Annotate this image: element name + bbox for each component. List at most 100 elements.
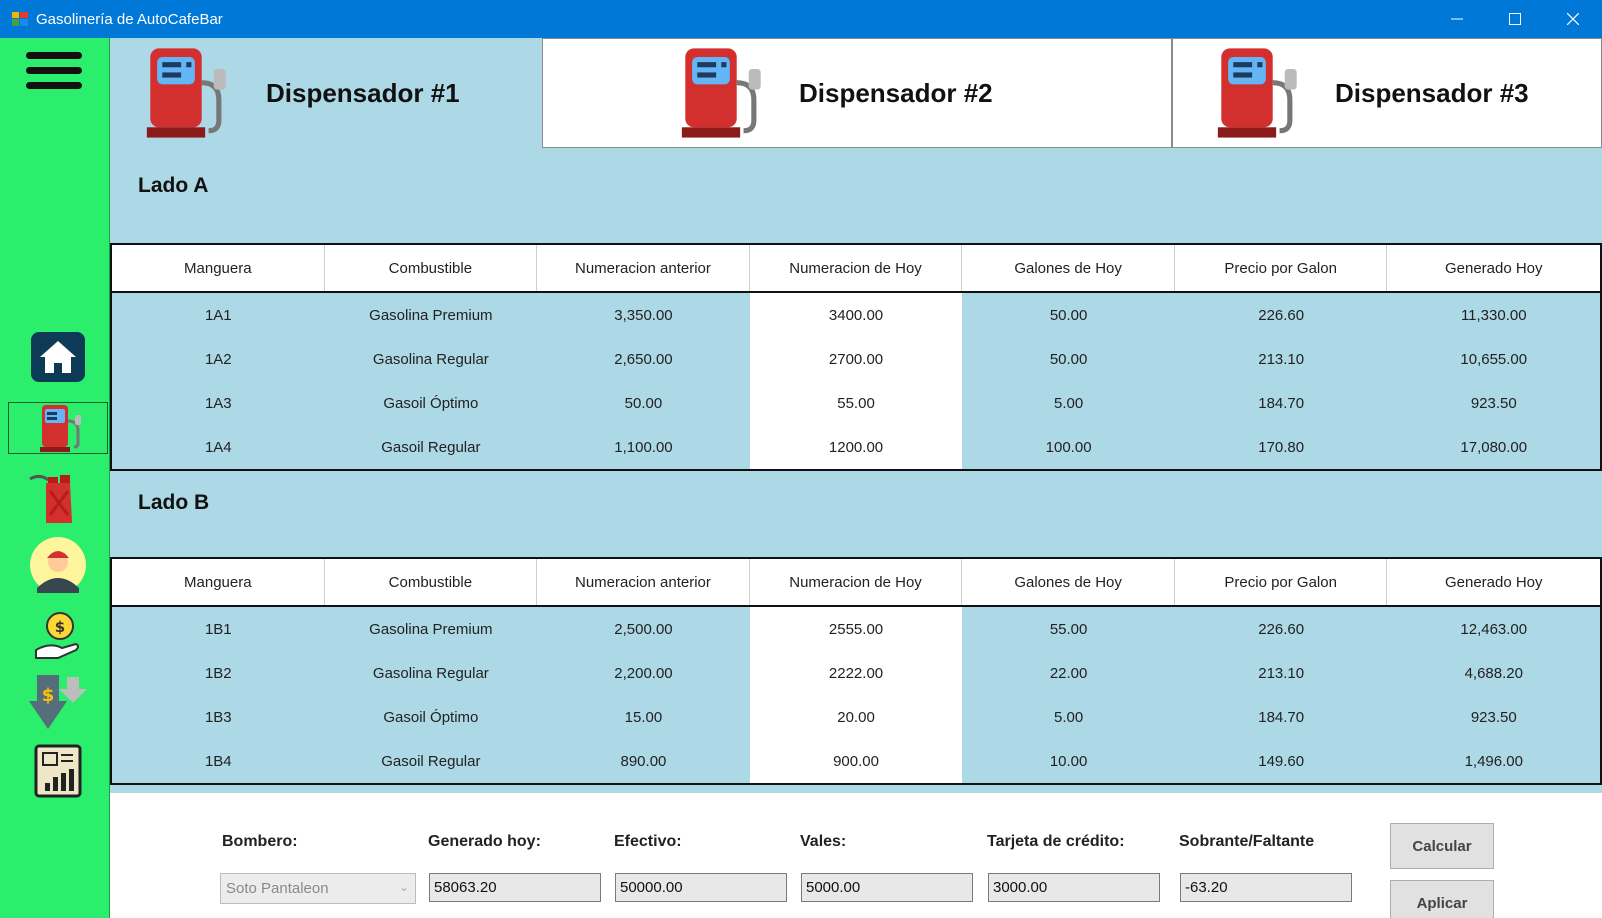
column-header[interactable]: Combustible <box>325 559 538 605</box>
column-header[interactable]: Numeracion de Hoy <box>750 245 963 291</box>
cell-generado: 923.50 <box>1470 394 1517 412</box>
cell-combustible: Gasoil Regular <box>381 752 481 770</box>
column-header[interactable]: Galones de Hoy <box>962 559 1175 605</box>
title-bar: Gasolinería de AutoCafeBar <box>0 0 1602 38</box>
cell-numeracion-anterior: 50.00 <box>624 394 663 412</box>
table-row[interactable]: 1A1 Gasolina Premium 3,350.00 3400.00 50… <box>112 293 1600 337</box>
hamburger-menu-icon[interactable] <box>26 52 82 92</box>
cell-numeracion-hoy[interactable]: 2222.00 <box>749 651 963 695</box>
sidebar-item-dispensers[interactable] <box>8 402 108 454</box>
cell-precio: 226.60 <box>1258 620 1305 638</box>
table-row[interactable]: 1B2 Gasolina Regular 2,200.00 2222.00 22… <box>112 651 1600 695</box>
table-row[interactable]: 1A3 Gasoil Óptimo 50.00 55.00 5.00 184.7… <box>112 381 1600 425</box>
attendant-avatar-icon <box>30 537 86 593</box>
fuel-pump-icon <box>681 48 761 138</box>
cell-numeracion-anterior: 890.00 <box>620 752 667 770</box>
sidebar-item-home[interactable] <box>8 330 108 384</box>
table-row[interactable]: 1B4 Gasoil Regular 890.00 900.00 10.00 1… <box>112 739 1600 783</box>
column-header[interactable]: Numeracion anterior <box>537 245 750 291</box>
main-panel: Dispensador #1 Dispensador #2 Dispensado… <box>110 38 1602 918</box>
sidebar-item-attendants[interactable] <box>8 537 108 593</box>
column-header[interactable]: Manguera <box>112 245 325 291</box>
section-title-lado-b: Lado B <box>138 491 210 514</box>
cell-precio: 184.70 <box>1258 708 1305 726</box>
table-row[interactable]: 1B3 Gasoil Óptimo 15.00 20.00 5.00 184.7… <box>112 695 1600 739</box>
cell-numeracion-hoy[interactable]: 1200.00 <box>749 425 963 469</box>
sidebar-item-reports[interactable] <box>8 741 108 801</box>
efectivo-label: Efectivo: <box>614 833 682 850</box>
cell-galones: 5.00 <box>1054 708 1084 726</box>
column-header[interactable]: Combustible <box>325 245 538 291</box>
table-row[interactable]: 1A2 Gasolina Regular 2,650.00 2700.00 50… <box>112 337 1600 381</box>
expense-down-icon: $ <box>29 675 87 729</box>
sidebar-item-income[interactable]: $ <box>8 608 108 662</box>
cell-generado: 11,330.00 <box>1460 306 1527 324</box>
column-header[interactable]: Manguera <box>112 559 325 605</box>
cell-numeracion-hoy[interactable]: 3400.00 <box>749 293 963 337</box>
grid-lado-b[interactable]: Manguera Combustible Numeracion anterior… <box>110 557 1602 785</box>
column-header[interactable]: Generado Hoy <box>1387 559 1600 605</box>
cell-combustible: Gasolina Regular <box>372 664 489 682</box>
cell-manguera: 1A1 <box>204 306 232 324</box>
cell-numeracion-anterior: 2,200.00 <box>614 664 673 682</box>
minimize-button[interactable] <box>1428 0 1486 38</box>
close-button[interactable] <box>1544 0 1602 38</box>
cell-precio: 149.60 <box>1258 752 1305 770</box>
bombero-select[interactable]: Soto Pantaleon ⌄ <box>220 873 416 904</box>
maximize-button[interactable] <box>1486 0 1544 38</box>
money-hand-icon: $ <box>35 612 79 659</box>
cell-numeracion-hoy[interactable]: 2700.00 <box>749 337 963 381</box>
svg-text:$: $ <box>55 618 65 636</box>
efectivo-field[interactable] <box>615 873 787 902</box>
dispenser-tabs: Dispensador #1 Dispensador #2 Dispensado… <box>110 38 1602 148</box>
cell-numeracion-anterior: 1,100.00 <box>614 438 673 456</box>
chevron-down-icon: ⌄ <box>398 880 409 894</box>
column-header[interactable]: Numeracion de Hoy <box>750 559 963 605</box>
cell-generado: 4,688.20 <box>1464 664 1523 682</box>
grid-lado-a[interactable]: Manguera Combustible Numeracion anterior… <box>110 243 1602 471</box>
cell-galones: 55.00 <box>1049 620 1088 638</box>
tarjeta-field[interactable] <box>988 873 1160 902</box>
column-header[interactable]: Precio por Galon <box>1175 245 1388 291</box>
tab-dispenser-3[interactable]: Dispensador #3 <box>1172 38 1602 148</box>
column-header[interactable]: Precio por Galon <box>1175 559 1388 605</box>
generado-field[interactable] <box>429 873 601 902</box>
cell-precio: 170.80 <box>1258 438 1305 456</box>
cell-numeracion-hoy[interactable]: 55.00 <box>749 381 963 425</box>
cell-generado: 17,080.00 <box>1460 438 1528 456</box>
cell-generado: 12,463.00 <box>1460 620 1528 638</box>
tab-label: Dispensador #2 <box>799 77 993 108</box>
aplicar-button[interactable]: Aplicar <box>1390 880 1494 918</box>
cell-numeracion-anterior: 2,500.00 <box>614 620 673 638</box>
cell-numeracion-hoy[interactable]: 2555.00 <box>749 607 963 651</box>
table-row[interactable]: 1B1 Gasolina Premium 2,500.00 2555.00 55… <box>112 607 1600 651</box>
column-header[interactable]: Generado Hoy <box>1387 245 1600 291</box>
calcular-button[interactable]: Calcular <box>1390 823 1494 869</box>
sidebar-item-fuel[interactable] <box>8 471 108 525</box>
cell-galones: 100.00 <box>1045 438 1092 456</box>
column-header[interactable]: Numeracion anterior <box>537 559 750 605</box>
summary-panel: Bombero: Soto Pantaleon ⌄ Generado hoy: … <box>110 793 1602 918</box>
svg-text:$: $ <box>42 685 55 706</box>
cell-galones: 5.00 <box>1054 394 1084 412</box>
app-icon <box>12 12 28 26</box>
vales-field[interactable] <box>801 873 973 902</box>
cell-precio: 213.10 <box>1258 664 1305 682</box>
sidebar: $ $ <box>0 38 110 918</box>
cell-manguera: 1B1 <box>204 620 232 638</box>
sobrante-field[interactable] <box>1180 873 1352 902</box>
tab-dispenser-1[interactable]: Dispensador #1 <box>110 38 542 148</box>
column-header[interactable]: Galones de Hoy <box>962 245 1175 291</box>
tab-dispenser-2[interactable]: Dispensador #2 <box>542 38 1172 148</box>
cell-manguera: 1B3 <box>204 708 232 726</box>
report-icon <box>34 744 82 798</box>
cell-numeracion-hoy[interactable]: 20.00 <box>749 695 963 739</box>
table-row[interactable]: 1A4 Gasoil Regular 1,100.00 1200.00 100.… <box>112 425 1600 469</box>
generado-label: Generado hoy: <box>428 833 541 850</box>
cell-manguera: 1A2 <box>204 350 232 368</box>
cell-precio: 226.60 <box>1258 306 1305 324</box>
cell-manguera: 1B4 <box>204 752 232 770</box>
sidebar-item-expenses[interactable]: $ <box>8 675 108 729</box>
fuel-can-icon <box>29 474 72 523</box>
cell-numeracion-hoy[interactable]: 900.00 <box>749 739 963 783</box>
